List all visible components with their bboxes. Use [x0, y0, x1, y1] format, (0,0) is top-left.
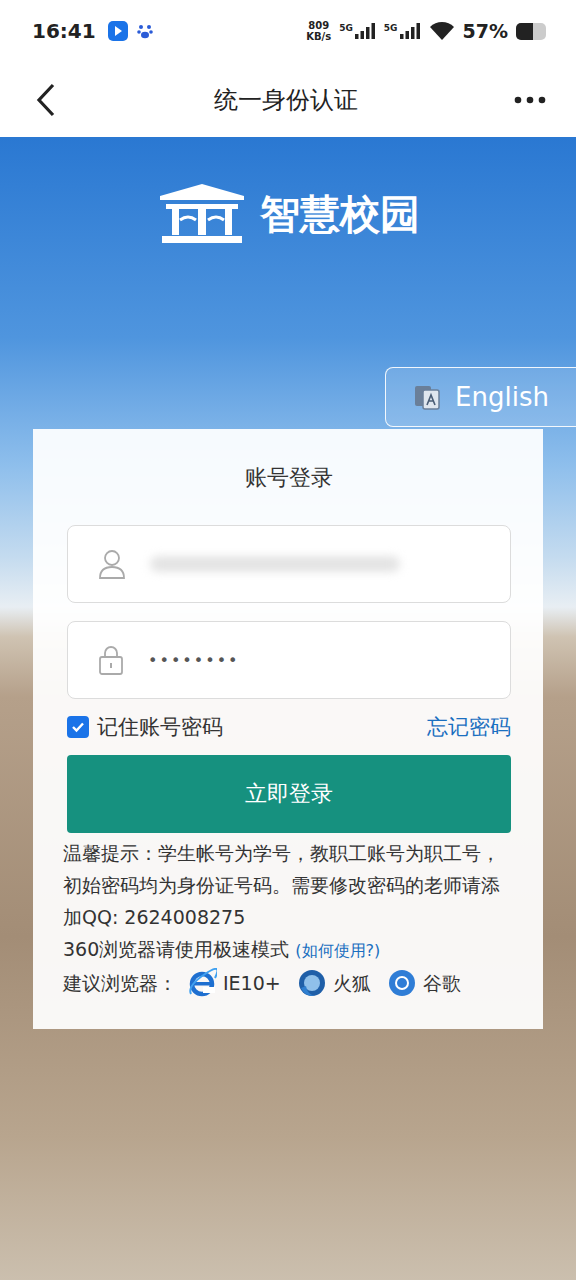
page-title: 统一身份认证: [214, 84, 358, 116]
password-value: ••••••••: [148, 651, 240, 670]
firefox-icon: [297, 968, 327, 998]
browser-item: 火狐: [297, 967, 371, 999]
forgot-password-link[interactable]: 忘记密码: [427, 713, 511, 741]
lock-icon: [98, 645, 124, 675]
page: 16:41 809KB/s 5G 5G 57% 统一身份认证 智慧校园 Engl…: [0, 0, 576, 1280]
battery-icon: [516, 23, 546, 40]
more-icon[interactable]: [514, 96, 546, 104]
status-bar: 16:41 809KB/s 5G 5G 57%: [0, 0, 576, 62]
user-icon: [98, 549, 126, 579]
checkbox-icon: [67, 716, 89, 738]
header: 统一身份认证: [0, 62, 576, 137]
signal-icon: [354, 23, 376, 39]
clock: 16:41: [32, 19, 96, 43]
browser-list: 建议浏览器： IE10+ 火狐 谷歌: [63, 967, 515, 999]
logo: 智慧校园: [0, 181, 576, 247]
tips: 温馨提示：学生帐号为学号，教职工账号为职工号，初始密码均为身份证号码。需要修改密…: [63, 837, 515, 999]
network-speed: 809KB/s: [306, 20, 331, 42]
browser-item: IE10+: [187, 967, 281, 999]
cellular-signal: 5G: [339, 23, 376, 39]
password-field[interactable]: ••••••••: [67, 621, 511, 699]
building-logo-icon: [156, 182, 248, 246]
battery-percent: 57%: [463, 20, 508, 42]
help-link[interactable]: (如何使用?): [295, 941, 380, 960]
translate-icon: [413, 383, 441, 411]
tip-text: 温馨提示：学生帐号为学号，教职工账号为职工号，初始密码均为身份证号码。需要修改密…: [63, 837, 515, 933]
cellular-signal: 5G: [384, 23, 421, 39]
username-value: [150, 556, 400, 572]
chrome-icon: [387, 968, 417, 998]
browser-mode-tip: 360浏览器请使用极速模式 (如何使用?): [63, 933, 515, 967]
paw-icon: [136, 22, 154, 40]
login-card: 账号登录 •••••••• 记住账号密码 忘记密码 立即登录 温馨提示：学生帐号…: [33, 429, 543, 1029]
wifi-icon: [429, 21, 455, 41]
login-page: 智慧校园 English 账号登录 •••••••• 记住账号密码 忘记密码 立…: [0, 137, 576, 1280]
back-arrow-icon[interactable]: [34, 82, 58, 118]
ie-icon: [187, 968, 217, 998]
logo-text: 智慧校园: [260, 187, 420, 242]
signal-icon: [399, 23, 421, 39]
language-button[interactable]: English: [385, 367, 576, 427]
remember-checkbox[interactable]: 记住账号密码: [67, 713, 223, 741]
login-title: 账号登录: [67, 463, 511, 493]
app-notification-icon: [108, 21, 128, 41]
browser-item: 谷歌: [387, 967, 461, 999]
login-button[interactable]: 立即登录: [67, 755, 511, 833]
username-field[interactable]: [67, 525, 511, 603]
